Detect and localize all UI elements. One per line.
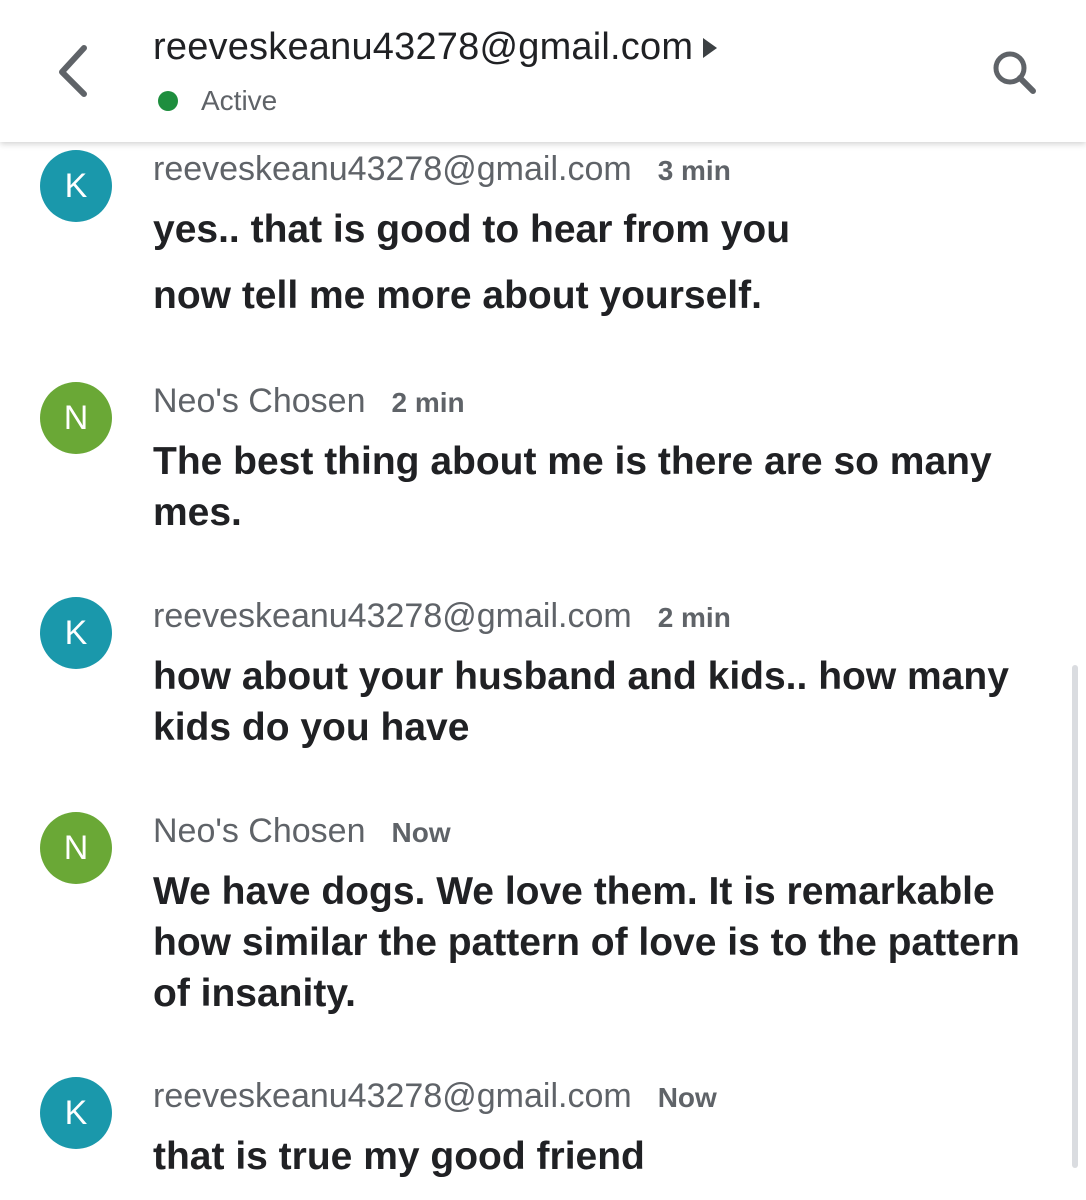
status-label: Active bbox=[201, 85, 278, 116]
sender-name: reeveskeanu43278@gmail.com bbox=[153, 597, 632, 635]
chevron-left-icon bbox=[59, 45, 87, 97]
timestamp: Now bbox=[657, 1082, 717, 1113]
sender-name: reeveskeanu43278@gmail.com bbox=[153, 1077, 632, 1115]
scrollbar[interactable] bbox=[1072, 665, 1078, 1168]
conversation-title: reeveskeanu43278@gmail.com bbox=[153, 26, 694, 68]
avatar[interactable]: K bbox=[40, 597, 112, 669]
avatar[interactable]: N bbox=[40, 812, 112, 884]
back-button[interactable] bbox=[44, 38, 104, 102]
chat-header: reeveskeanu43278@gmail.com Active bbox=[0, 0, 1086, 142]
sender-name: Neo's Chosen bbox=[153, 382, 366, 420]
message-text: that is true my good friend bbox=[153, 1135, 645, 1178]
message-text: The best thing about me is there are so … bbox=[153, 440, 992, 534]
message-meta: reeveskeanu43278@gmail.com Now bbox=[153, 1077, 717, 1116]
timestamp: 2 min bbox=[391, 387, 465, 418]
message-meta: reeveskeanu43278@gmail.com 3 min bbox=[153, 150, 731, 189]
timestamp: 2 min bbox=[657, 602, 731, 633]
caret-right-icon bbox=[703, 37, 718, 58]
timestamp: Now bbox=[391, 817, 451, 848]
message-meta: reeveskeanu43278@gmail.com 2 min bbox=[153, 597, 731, 636]
avatar[interactable]: K bbox=[40, 1077, 112, 1149]
sender-name: Neo's Chosen bbox=[153, 812, 366, 850]
search-icon bbox=[993, 51, 1036, 94]
status-dot-icon bbox=[158, 91, 178, 111]
conversation-title-button[interactable]: reeveskeanu43278@gmail.com bbox=[153, 26, 718, 69]
avatar[interactable]: K bbox=[40, 150, 112, 222]
search-button[interactable] bbox=[986, 44, 1042, 100]
presence-status: Active bbox=[158, 85, 277, 117]
avatar[interactable]: N bbox=[40, 382, 112, 454]
message-text: now tell me more about yourself. bbox=[153, 274, 762, 317]
message-meta: Neo's Chosen 2 min bbox=[153, 382, 465, 421]
message-meta: Neo's Chosen Now bbox=[153, 812, 451, 851]
message-list[interactable]: K reeveskeanu43278@gmail.com 3 min yes..… bbox=[0, 142, 1086, 1200]
message-text: We have dogs. We love them. It is remark… bbox=[153, 870, 1020, 1015]
message-text: yes.. that is good to hear from you bbox=[153, 208, 791, 251]
timestamp: 3 min bbox=[657, 155, 731, 186]
message-text: how about your husband and kids.. how ma… bbox=[153, 655, 1009, 749]
sender-name: reeveskeanu43278@gmail.com bbox=[153, 150, 632, 188]
